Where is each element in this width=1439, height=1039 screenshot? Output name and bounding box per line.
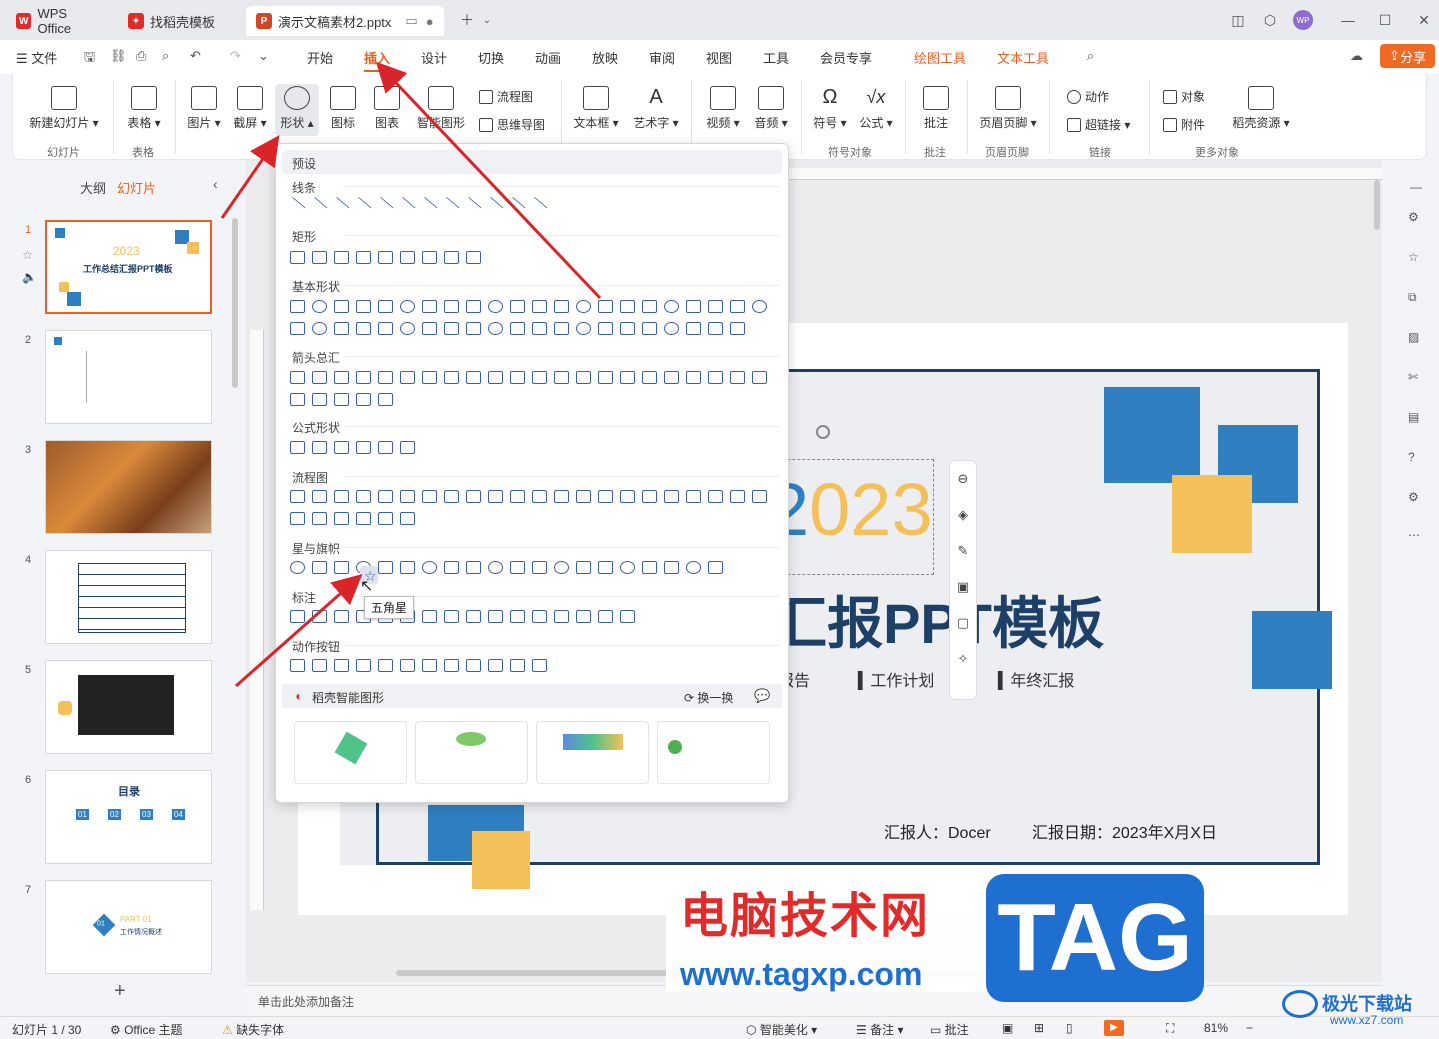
arrow-to-star [235,574,363,688]
annotation-arrows [220,61,602,688]
arrow-to-insert [375,61,602,300]
arrow-to-shape [220,135,280,219]
